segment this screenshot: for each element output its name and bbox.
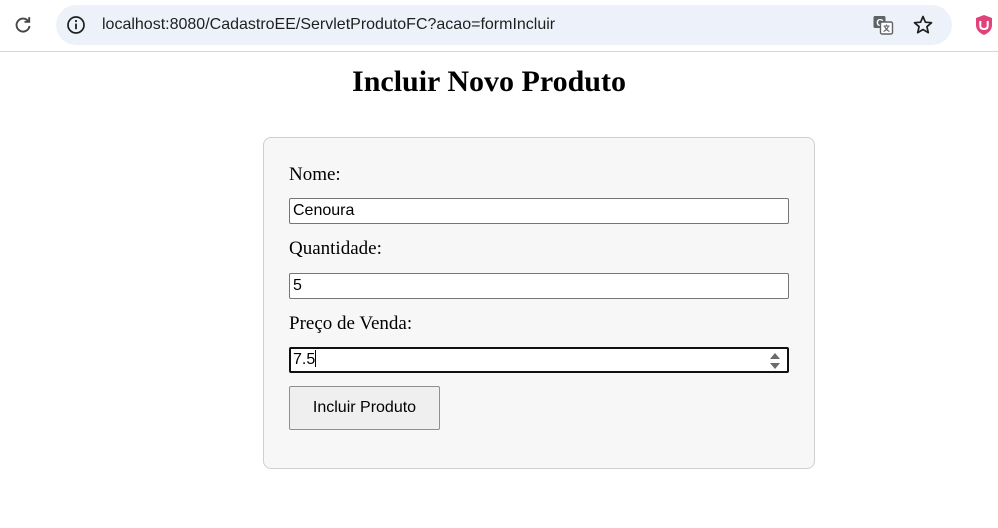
nome-input-value: Cenoura	[293, 202, 355, 219]
page-title: Incluir Novo Produto	[352, 65, 626, 98]
bookmark-star-icon[interactable]	[912, 14, 934, 36]
preco-label: Preço de Venda:	[289, 313, 413, 334]
browser-toolbar: localhost:8080/CadastroEE/ServletProduto…	[0, 0, 998, 52]
reload-icon[interactable]	[8, 10, 38, 40]
extension-shield-icon[interactable]	[974, 14, 994, 36]
text-caret	[315, 350, 317, 367]
nome-input[interactable]: Cenoura	[289, 198, 789, 224]
url-text[interactable]: localhost:8080/CadastroEE/ServletProduto…	[102, 15, 555, 35]
quantidade-input[interactable]: 5	[289, 273, 789, 299]
preco-input-value: 7.5	[293, 351, 316, 368]
number-spinner-icon[interactable]	[769, 351, 781, 371]
quantidade-input-value: 5	[293, 277, 302, 294]
address-bar[interactable]: localhost:8080/CadastroEE/ServletProduto…	[56, 5, 952, 45]
nome-label: Nome:	[289, 164, 341, 185]
site-info-icon[interactable]	[66, 15, 86, 35]
translate-icon[interactable]: G	[872, 14, 894, 36]
preco-venda-input[interactable]: 7.5	[289, 347, 789, 373]
incluir-produto-button[interactable]: Incluir Produto	[289, 386, 440, 430]
quantidade-label: Quantidade:	[289, 238, 382, 259]
product-form: Nome: Cenoura Quantidade: 5 Preço de Ven…	[263, 137, 815, 469]
